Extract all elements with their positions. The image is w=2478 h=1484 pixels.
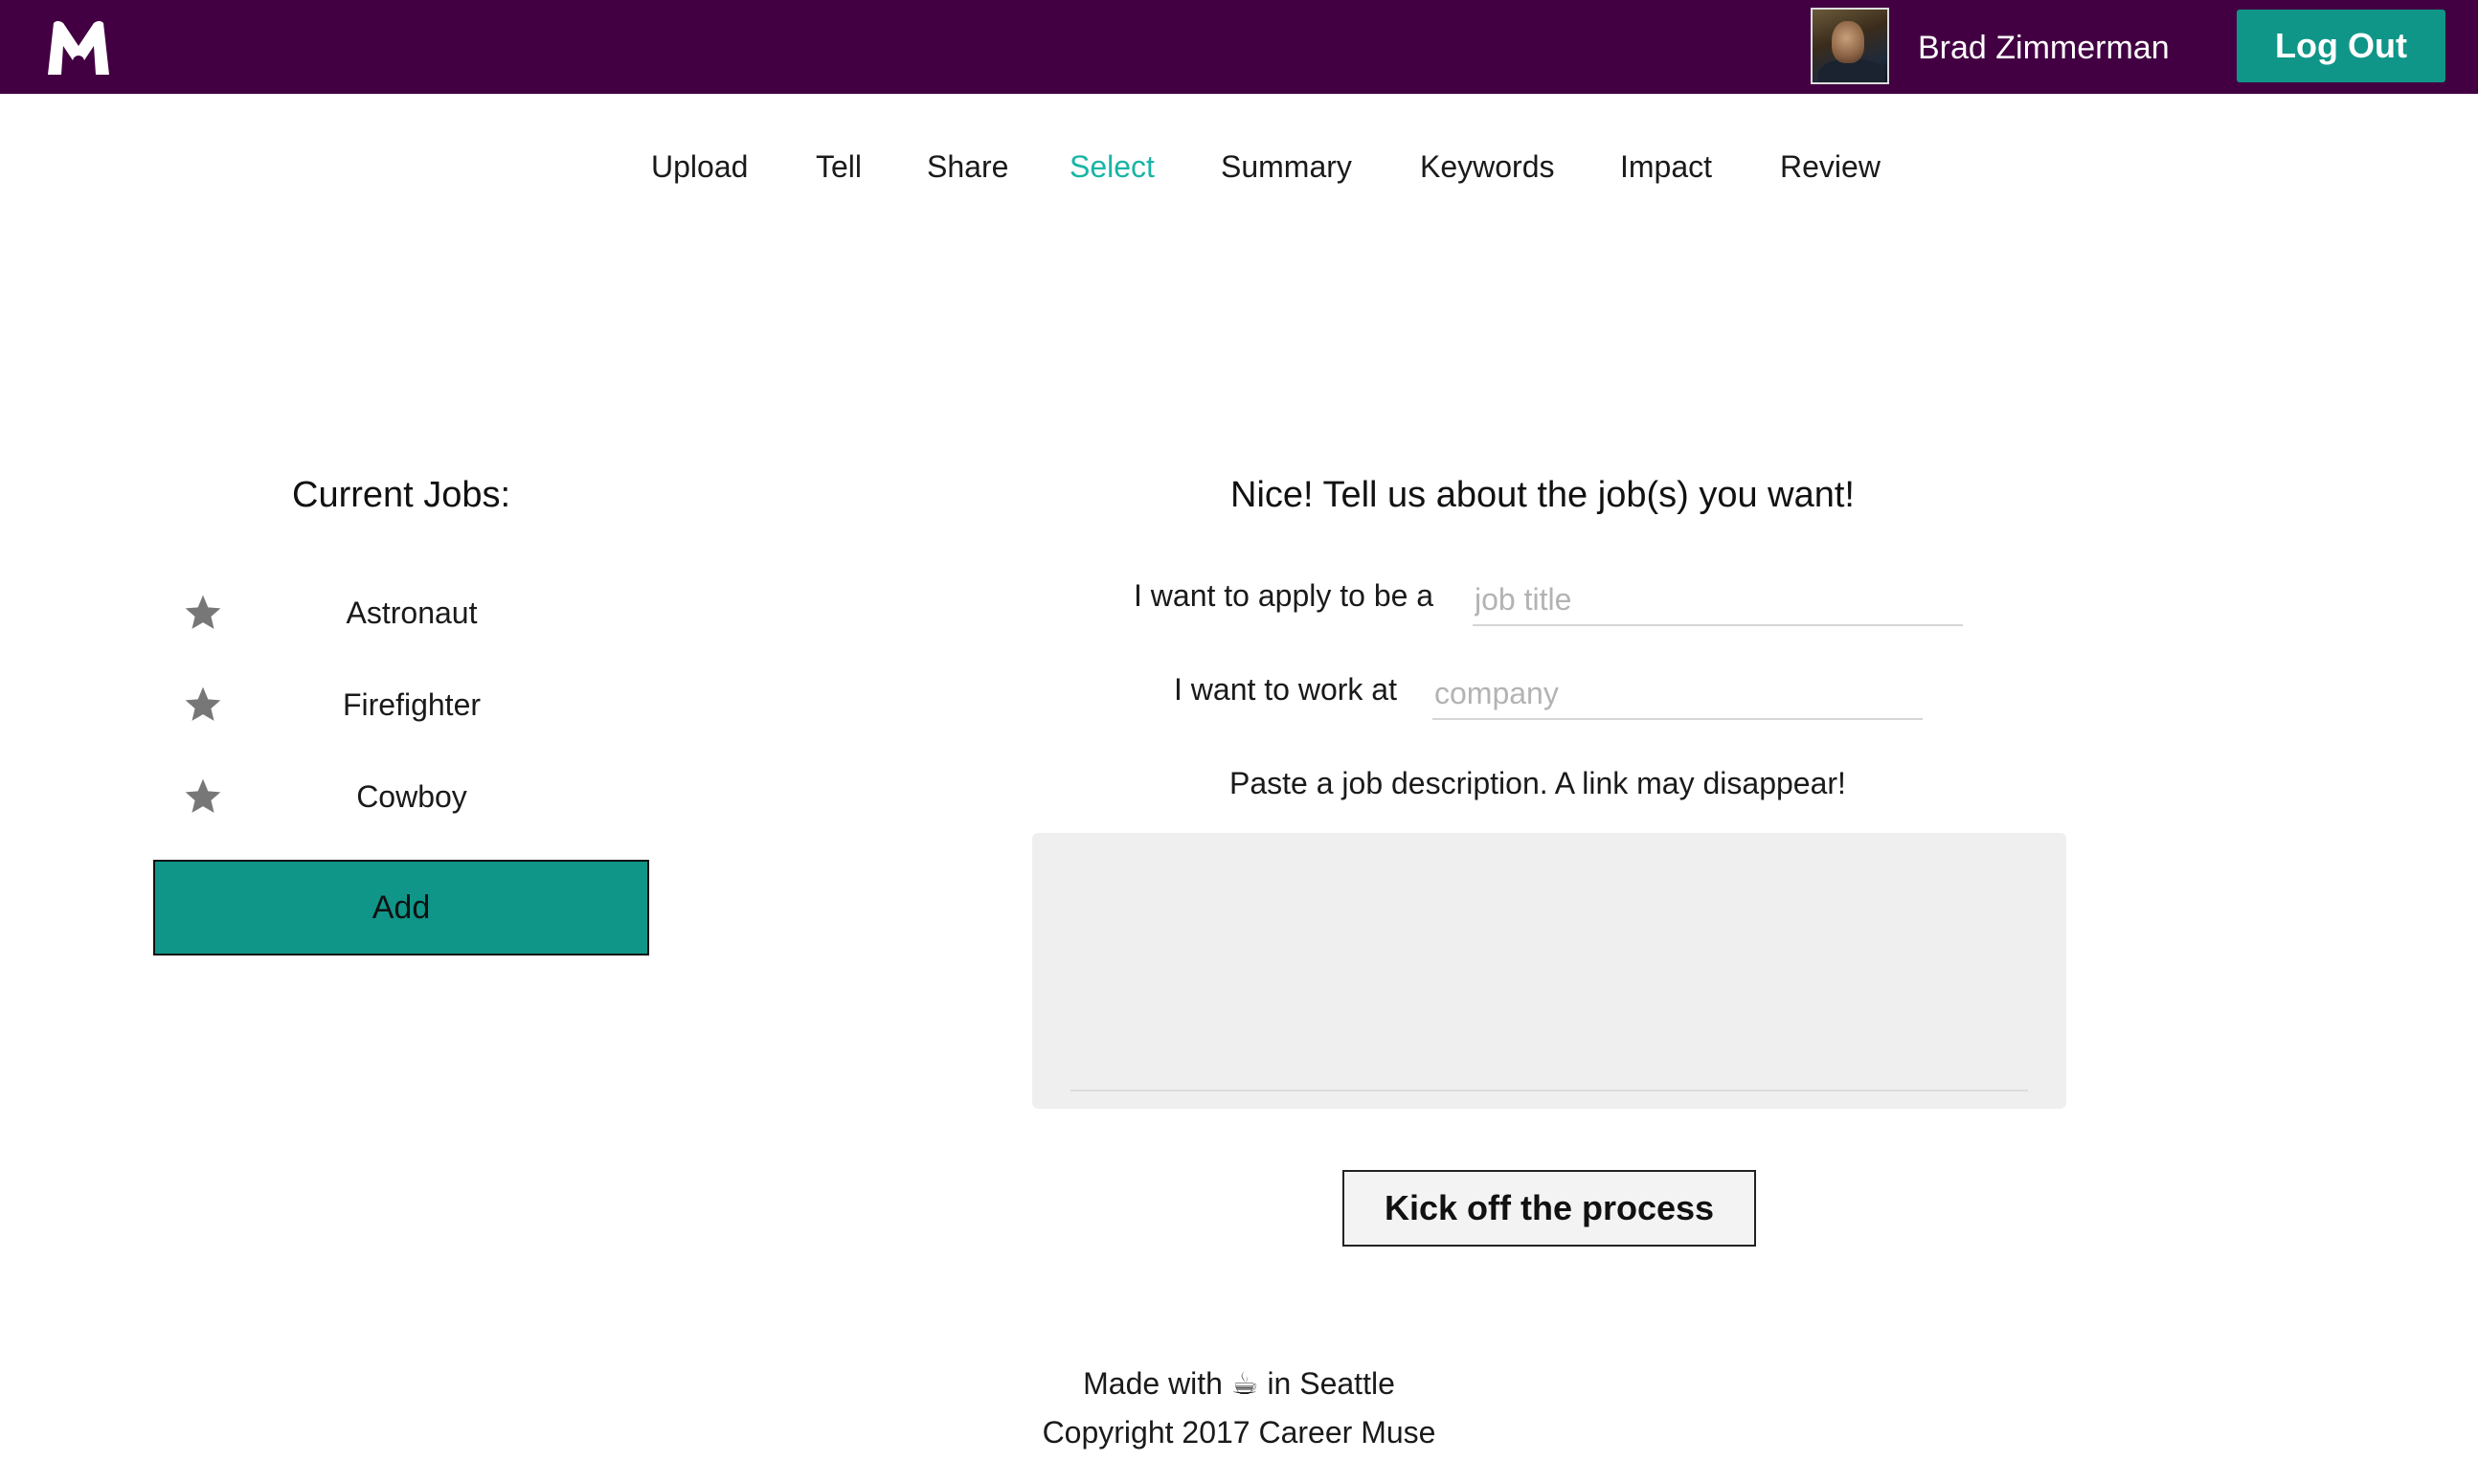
nav-item-impact[interactable]: Impact xyxy=(1620,146,1712,188)
avatar-face-shape xyxy=(1832,21,1864,63)
nav-item-tell[interactable]: Tell xyxy=(816,146,862,188)
job-label: Cowboy xyxy=(356,779,467,814)
nav-item-summary[interactable]: Summary xyxy=(1221,146,1352,188)
top-bar: Brad Zimmerman Log Out xyxy=(0,0,2478,94)
footer-made-with: Made with ☕ in Seattle xyxy=(0,1365,2478,1402)
job-title-input[interactable] xyxy=(1473,574,1963,626)
company-label: I want to work at xyxy=(1174,672,1397,707)
coffee-icon: ☕ xyxy=(1230,1365,1259,1402)
form-title: Nice! Tell us about the job(s) you want! xyxy=(1230,475,1855,515)
footer-made-with-prefix: Made with xyxy=(1083,1366,1223,1401)
user-name: Brad Zimmerman xyxy=(1918,30,2170,66)
job-item: Firefighter xyxy=(182,676,642,733)
company-input[interactable] xyxy=(1432,668,1923,720)
m-logo-icon[interactable] xyxy=(44,17,113,79)
nav-item-upload[interactable]: Upload xyxy=(651,146,748,188)
user-avatar[interactable] xyxy=(1811,8,1889,84)
job-label: Firefighter xyxy=(342,687,482,722)
nav-item-review[interactable]: Review xyxy=(1780,146,1881,188)
current-jobs-title: Current Jobs: xyxy=(292,475,511,515)
job-item: Cowboy xyxy=(182,768,642,825)
nav-item-share[interactable]: Share xyxy=(927,146,1008,188)
description-prompt: Paste a job description. A link may disa… xyxy=(1229,766,1846,800)
job-item: Astronaut xyxy=(182,584,642,641)
star-icon[interactable] xyxy=(182,592,224,634)
job-label: Astronaut xyxy=(346,596,478,630)
logout-button[interactable]: Log Out xyxy=(2237,10,2445,82)
nav-item-select[interactable]: Select xyxy=(1070,146,1155,188)
footer-made-with-suffix: in Seattle xyxy=(1267,1366,1395,1401)
footer-copyright: Copyright 2017 Career Muse xyxy=(1042,1415,1436,1450)
job-title-label: I want to apply to be a xyxy=(1134,578,1434,613)
job-description-textarea[interactable] xyxy=(1070,852,2028,1091)
star-icon[interactable] xyxy=(182,776,224,818)
kick-off-button[interactable]: Kick off the process xyxy=(1342,1170,1756,1247)
step-nav: Upload Tell Share Select Summary Keyword… xyxy=(0,146,2478,188)
job-description-box xyxy=(1032,833,2066,1109)
nav-item-keywords[interactable]: Keywords xyxy=(1420,146,1555,188)
add-job-button[interactable]: Add xyxy=(153,860,649,956)
star-icon[interactable] xyxy=(182,684,224,726)
